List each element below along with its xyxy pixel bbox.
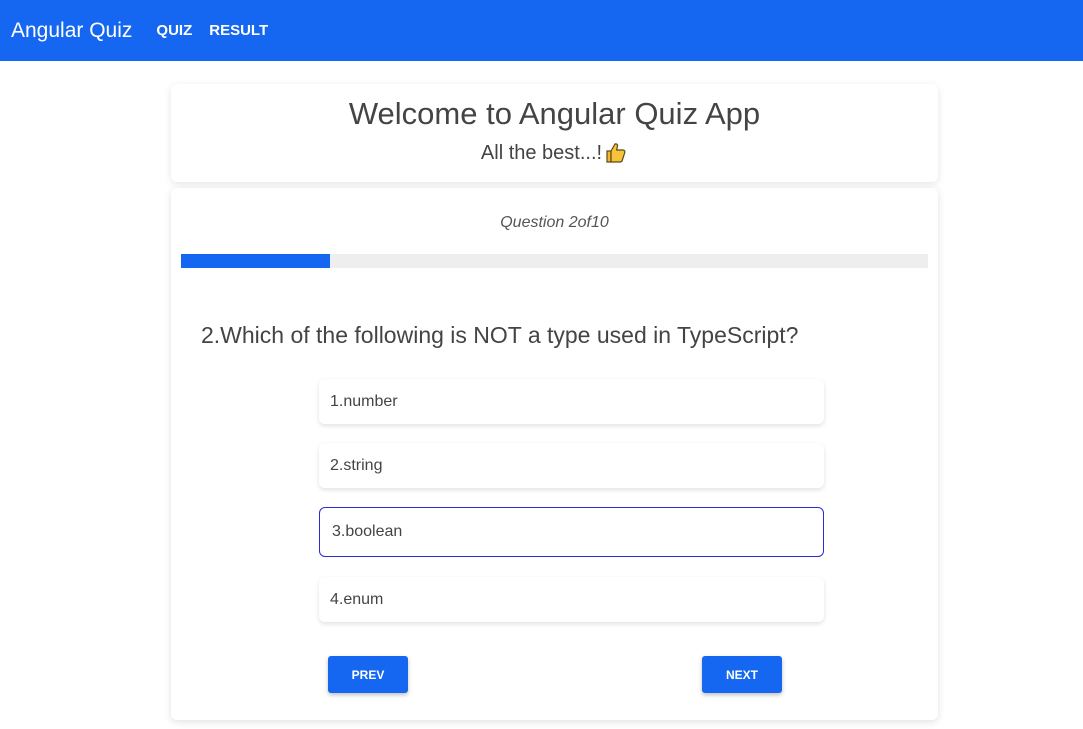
progress-bar-fill — [181, 254, 331, 268]
question-counter: Question 2of10 — [500, 214, 609, 231]
option-4[interactable]: 4.enum — [319, 577, 824, 622]
welcome-title: Welcome to Angular Quiz App — [348, 96, 761, 131]
option-2[interactable]: 2.string — [319, 443, 824, 488]
question-text: 2.Which of the following is NOT a type u… — [201, 322, 799, 348]
welcome-card: Welcome to Angular Quiz App All the best… — [171, 84, 938, 182]
nav-link-result[interactable]: RESULT — [209, 22, 268, 39]
progress-bar — [181, 254, 928, 268]
next-button[interactable]: NEXT — [702, 656, 782, 693]
welcome-subtitle: All the best...! — [171, 140, 938, 166]
quiz-card: Question 2of10 2.Which of the following … — [171, 188, 938, 720]
prev-button[interactable]: PREV — [328, 656, 408, 693]
option-1[interactable]: 1.number — [319, 379, 824, 424]
nav-link-quiz[interactable]: QUIZ — [156, 22, 192, 39]
welcome-subtitle-text: All the best...! — [480, 142, 603, 164]
thumbs-up-icon — [604, 141, 628, 165]
top-navbar: Angular Quiz QUIZ RESULT — [0, 0, 1083, 61]
option-3-selected[interactable]: 3.boolean — [319, 507, 824, 557]
brand-link[interactable]: Angular Quiz — [11, 19, 132, 43]
